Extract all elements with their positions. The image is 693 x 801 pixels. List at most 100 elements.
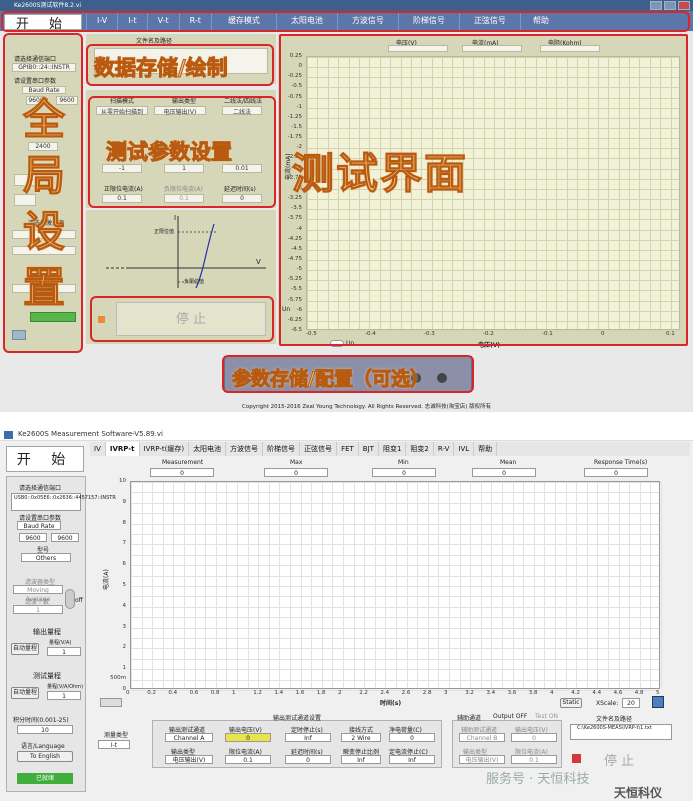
aux-channel-select[interactable]: Channel B xyxy=(459,733,505,742)
x-tick-label: 3 xyxy=(444,690,448,696)
it-plot-yticks: 10 9 8 7 6 5 4 3 2 1 0 500m xyxy=(108,478,128,692)
grid-line xyxy=(268,482,270,688)
out-channel-select[interactable]: Channel A xyxy=(165,733,213,742)
static-button[interactable]: Static xyxy=(560,698,582,708)
aux-limit-input[interactable]: 0.1 xyxy=(511,755,557,764)
b-range2-input[interactable]: 1 xyxy=(47,691,81,700)
top-window-controls xyxy=(650,1,690,10)
tab-rv[interactable]: R-V xyxy=(434,442,455,456)
tab-ivl[interactable]: IVL xyxy=(454,442,475,456)
b-avg-input[interactable]: 1 xyxy=(13,605,63,614)
wire-mode-select[interactable]: 2 Wire xyxy=(341,733,381,742)
plot-tools-icon[interactable] xyxy=(100,698,122,707)
x-tick-label: 4.4 xyxy=(592,690,602,696)
x-tick-label: 4.8 xyxy=(634,690,644,696)
grid-line xyxy=(131,627,659,629)
tab-rram2[interactable]: 阻变2 xyxy=(406,442,434,456)
tab-ivrp-t[interactable]: IVRP-t xyxy=(105,442,140,456)
aux-v-input[interactable]: 0 xyxy=(511,733,557,742)
stat-max-value: 0 xyxy=(264,468,328,477)
x-tick-label: 0 xyxy=(126,690,130,696)
aux-type-select[interactable]: 电压输出(V) xyxy=(459,755,505,764)
out-v-input[interactable]: 0 xyxy=(225,733,271,742)
tab-solar[interactable]: 太阳电池 xyxy=(189,442,227,456)
grid-line xyxy=(279,482,281,688)
grid-line xyxy=(512,482,514,688)
minimize-button[interactable] xyxy=(650,1,662,10)
out-type-select[interactable]: 电压输出(V) xyxy=(165,755,213,764)
b-range1-label: 量程(V/A) xyxy=(49,640,72,646)
b-model-select[interactable]: Others xyxy=(21,553,71,562)
y-tick-label: 4 xyxy=(122,602,127,609)
overlay-char-4: 置 xyxy=(22,263,65,313)
close-button[interactable] xyxy=(678,1,690,10)
b-range1-input[interactable]: 1 xyxy=(47,647,81,656)
stat-mean-label: Mean xyxy=(500,459,517,466)
grid-line xyxy=(661,482,662,688)
tab-step[interactable]: 阶梯信号 xyxy=(263,442,301,456)
tab-fet[interactable]: FET xyxy=(337,442,359,456)
config-overlay: 参数存储/配置（可选） xyxy=(232,368,430,391)
b-port-select[interactable]: USB0::0x05E6::0x2636::4457157::INSTR xyxy=(11,493,116,511)
grid-line xyxy=(332,482,334,688)
start-button[interactable]: 开 始 xyxy=(4,14,82,32)
grid-line xyxy=(459,482,461,688)
b-filter-select[interactable]: Moving Average xyxy=(13,585,63,603)
bottom-window-title: Ke2600S Measurement Software-V5.89.vi xyxy=(0,428,693,441)
stat-measurement-value: 0 xyxy=(150,468,214,477)
b-lang-button[interactable]: To English xyxy=(17,751,73,762)
top-window-title: Ke2600S测试软件8.2.vi xyxy=(0,0,693,11)
b-baud-input[interactable]: 9600 xyxy=(19,533,47,542)
stat-response-value: 0 xyxy=(584,468,648,477)
timed-stop-input[interactable]: Inf xyxy=(285,733,331,742)
copyright: Copyright 2015-2016 Zeal Young Technolog… xyxy=(242,404,492,410)
grid-line xyxy=(131,586,659,587)
grid-line xyxy=(131,534,659,535)
grid-line xyxy=(131,606,659,608)
grid-line xyxy=(131,617,659,619)
refresh-icon[interactable] xyxy=(652,696,664,708)
stop-i-input[interactable]: Inf xyxy=(389,755,435,764)
tab-help[interactable]: 帮助 xyxy=(474,442,498,456)
y-tick-label: 5 xyxy=(122,582,127,588)
tab-ivrp-t-cache[interactable]: IVRP-t(缓存) xyxy=(140,442,190,456)
x-tick-label: 2.6 xyxy=(401,690,411,696)
xscale-input[interactable]: 20 xyxy=(622,698,640,708)
overlay-char-2: 局 xyxy=(22,151,65,201)
x-tick-label: 2 xyxy=(338,690,342,696)
grid-line xyxy=(396,482,397,688)
tab-iv[interactable]: IV xyxy=(90,442,106,456)
tab-sine[interactable]: 正弦信号 xyxy=(300,442,338,456)
grid-line xyxy=(184,482,185,688)
b-file-path[interactable]: C:\Ke2600S-MEAS\IVRP-t\1.txt xyxy=(570,724,672,740)
stop-highlight xyxy=(90,296,274,342)
grid-line xyxy=(385,482,387,688)
grid-line xyxy=(131,554,659,556)
it-plot[interactable] xyxy=(130,481,662,691)
b-auto-range-1[interactable]: 自动量程 xyxy=(11,643,39,655)
y-tick-label: 10 xyxy=(119,478,126,484)
b-integ-input[interactable]: 10 xyxy=(17,725,73,734)
b-delay-input[interactable]: 0 xyxy=(285,755,331,764)
bottom-start-button[interactable]: 开 始 xyxy=(6,446,84,472)
limit-i-input[interactable]: 0.1 xyxy=(225,755,271,764)
grid-line xyxy=(576,482,578,688)
b-baud-input-2[interactable]: 9600 xyxy=(51,533,79,542)
b-auto-range-2[interactable]: 自动量程 xyxy=(11,687,39,699)
tab-rram1[interactable]: 阻变1 xyxy=(379,442,407,456)
tab-bjt[interactable]: BJT xyxy=(359,442,379,456)
b-stop-button[interactable]: 停 止 xyxy=(604,750,634,769)
x-tick-label: 4.2 xyxy=(571,690,580,696)
maximize-button[interactable] xyxy=(664,1,676,10)
measure-type-select[interactable]: I-t xyxy=(98,740,130,749)
grid-line xyxy=(491,482,493,688)
diagram-neg-label: 负限位值 xyxy=(184,279,205,285)
b-filter-toggle[interactable] xyxy=(65,589,75,609)
x-tick-label: 2.2 xyxy=(359,690,368,696)
ratio-input[interactable]: Inf xyxy=(341,755,381,764)
b-port-label: 请选择通信端口 xyxy=(19,485,62,492)
grid-line xyxy=(141,482,143,688)
aux-panel: 辅助通道 Output OFF Test ON 辅助测试通道 Channel B… xyxy=(452,713,562,768)
y-tick-label: 7 xyxy=(122,540,127,547)
tab-square[interactable]: 方波信号 xyxy=(226,442,264,456)
